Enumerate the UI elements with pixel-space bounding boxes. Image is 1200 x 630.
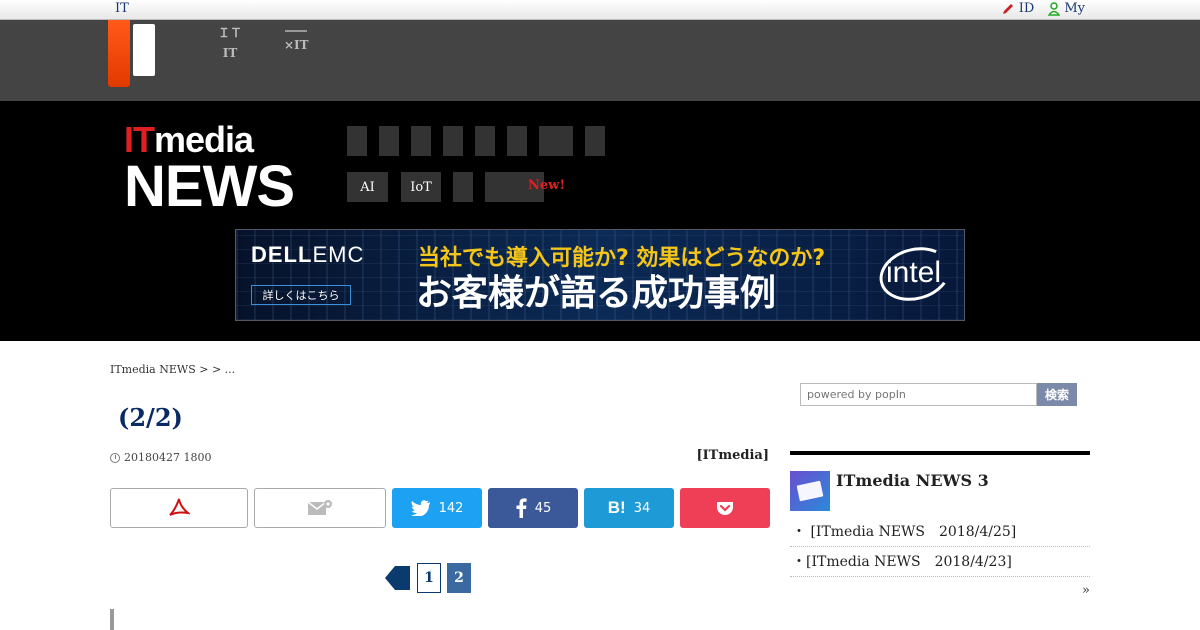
twitter-share-button[interactable]: 142	[392, 488, 482, 528]
category-button[interactable]	[475, 126, 495, 156]
ad-cta-button[interactable]: 詳しくはこちら	[251, 285, 351, 305]
category-row-2: AI IoT	[347, 172, 554, 202]
my-link-label: My	[1064, 1, 1085, 16]
news-logo[interactable]: NEWS	[124, 153, 295, 220]
page-link-2[interactable]: 2	[447, 563, 471, 593]
section-marker	[110, 609, 114, 630]
my-link[interactable]: My	[1048, 1, 1085, 16]
search-button[interactable]: 検索	[1037, 383, 1077, 406]
hatena-count: 34	[633, 500, 651, 516]
mail-add-icon	[307, 500, 332, 515]
category-row-1	[347, 126, 615, 156]
breadcrumb[interactable]: ITmedia NEWS > > ...	[110, 363, 235, 376]
category-button[interactable]	[379, 126, 399, 156]
ad-brand-logo: DELLEMC	[251, 242, 365, 267]
category-button[interactable]	[539, 126, 573, 156]
prev-page-icon[interactable]	[383, 564, 411, 592]
top-brand-link[interactable]: IT	[115, 1, 129, 16]
network-item-1-line1: ＩＴ	[218, 26, 243, 40]
newsletter-list: ・ [ITmedia NEWS 2018/4/25] ・[ITmedia NEW…	[790, 517, 1090, 577]
article-date-text: 20180427 1800	[124, 451, 212, 464]
mail-share-button[interactable]	[254, 488, 386, 528]
twitter-icon	[410, 500, 430, 516]
list-item[interactable]: ・ [ITmedia NEWS 2018/4/25]	[790, 517, 1090, 547]
article-date: 20180427 1800	[110, 451, 211, 464]
category-button[interactable]	[585, 126, 605, 156]
hatena-icon: B!	[607, 498, 626, 517]
new-badge: New!	[528, 178, 566, 193]
more-link[interactable]: »	[790, 583, 1090, 598]
sidebar-search: 検索	[800, 383, 1077, 406]
top-utility-bar: IT ID My	[0, 0, 1200, 20]
ad-banner[interactable]: DELLEMC 詳しくはこちら 当社でも導入可能か? 効果はどうなのか? お客様…	[235, 229, 965, 321]
network-logo-white[interactable]	[133, 24, 155, 76]
clock-icon	[110, 452, 120, 463]
article-author: [ITmedia]	[696, 448, 769, 463]
category-button[interactable]	[453, 172, 473, 202]
twitter-count: 142	[438, 500, 464, 516]
category-button[interactable]	[411, 126, 431, 156]
newsletter-header: ITmedia NEWS 3	[790, 455, 1090, 511]
top-links: ID My	[1001, 1, 1085, 16]
network-bar: ＩＴ IT ×IT	[0, 20, 1200, 101]
category-button-ai[interactable]: AI	[347, 172, 388, 202]
network-item-2-line2: ×IT	[284, 38, 309, 52]
network-logo-orange[interactable]	[108, 20, 130, 87]
facebook-share-button[interactable]: 45	[488, 488, 578, 528]
intel-logo: intel	[886, 256, 942, 289]
site-header: ITmedia NEWS AI IoT New! DELLEMC 詳しくはこちら…	[0, 101, 1200, 341]
facebook-icon	[516, 498, 527, 518]
network-item-2[interactable]: ×IT	[284, 26, 309, 53]
pocket-icon	[717, 502, 733, 515]
category-button[interactable]	[507, 126, 527, 156]
hatena-bookmark-button[interactable]: B! 34	[584, 488, 674, 528]
search-input[interactable]	[800, 383, 1037, 406]
id-link[interactable]: ID	[1001, 1, 1035, 16]
pocket-button[interactable]	[680, 488, 770, 528]
facebook-count: 45	[534, 500, 552, 516]
category-button[interactable]	[443, 126, 463, 156]
network-item-1[interactable]: ＩＴ IT	[218, 26, 242, 61]
category-button-iot[interactable]: IoT	[401, 172, 441, 202]
list-item[interactable]: ・[ITmedia NEWS 2018/4/23]	[790, 547, 1090, 577]
page-title: (2/2)	[118, 403, 183, 432]
id-link-label: ID	[1018, 1, 1035, 16]
pdf-icon	[169, 498, 190, 516]
mail-icon	[790, 471, 830, 511]
ad-headline-2: お客様が語る成功事例	[416, 273, 777, 314]
pencil-icon	[1002, 3, 1013, 14]
page-link-1[interactable]: 1	[417, 563, 441, 593]
newsletter-box: ITmedia NEWS 3 ・ [ITmedia NEWS 2018/4/25…	[790, 451, 1090, 598]
newsletter-title[interactable]: ITmedia NEWS 3	[836, 471, 989, 490]
user-icon	[1048, 1, 1061, 16]
category-button[interactable]	[347, 126, 367, 156]
network-item-2-line1	[285, 30, 308, 38]
pagination: 1 2	[383, 563, 471, 593]
network-item-1-line2: IT	[222, 46, 238, 60]
pdf-button[interactable]	[110, 488, 248, 528]
